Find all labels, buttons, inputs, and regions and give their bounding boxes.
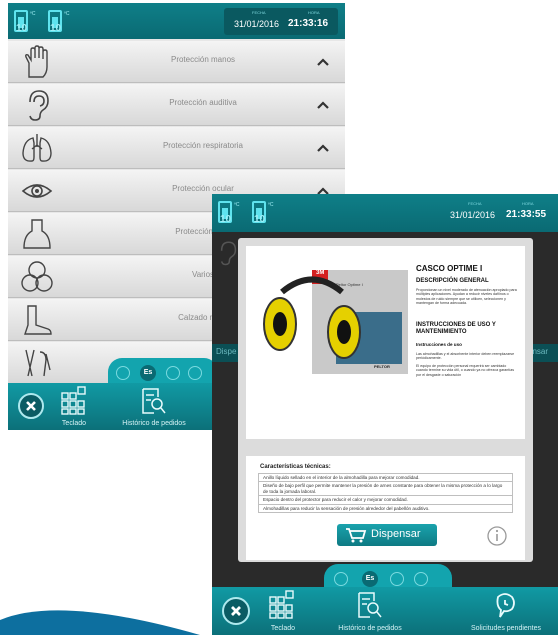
instructions-text: El equipo de protección personal requeri… bbox=[416, 364, 515, 377]
box-brand-logo: 3M bbox=[316, 270, 325, 276]
date-value: 31/01/2016 bbox=[234, 19, 280, 29]
bottom-toolbar: Teclado Histórico de pedidos Solicitudes… bbox=[212, 587, 558, 635]
cart-icon bbox=[346, 528, 367, 543]
language-es-button[interactable]: Es bbox=[140, 365, 156, 381]
circles-icon bbox=[21, 261, 53, 292]
feature-cell: Anillo líquido sellado en el interior de… bbox=[258, 472, 513, 483]
time-label: HORA bbox=[522, 201, 534, 206]
instructions-subheading: Instrucciones de uso bbox=[416, 342, 462, 347]
meter-unit: ºC bbox=[30, 11, 36, 17]
table-row: Espacio dentro del protector para reduci… bbox=[258, 495, 513, 505]
body-icon bbox=[23, 219, 51, 249]
chevron-up-icon[interactable] bbox=[317, 56, 329, 68]
category-label: Protección ocular bbox=[172, 184, 234, 193]
chevron-up-icon[interactable] bbox=[317, 142, 329, 154]
category-label: Protección respiratoria bbox=[162, 141, 244, 150]
pending-requests-icon[interactable] bbox=[492, 591, 518, 619]
language-option-icon[interactable] bbox=[414, 572, 428, 586]
category-row-hearing[interactable]: Protección auditiva bbox=[8, 84, 345, 126]
clock-panel: FECHA 31/01/2016 HORA 21:33:55 bbox=[438, 199, 550, 226]
close-icon bbox=[26, 401, 36, 411]
meter-unit: ºC bbox=[234, 202, 240, 208]
order-history-icon[interactable] bbox=[356, 591, 382, 619]
instructions-text: Las almohadillas y el absorbente interio… bbox=[416, 352, 515, 361]
product-title: CASCO OPTIME I bbox=[416, 264, 483, 273]
ear-icon bbox=[29, 90, 49, 121]
meter-value: 10 bbox=[254, 214, 266, 225]
order-history-label[interactable]: Histórico de pedidos bbox=[114, 420, 194, 427]
globe-icon[interactable] bbox=[116, 366, 130, 380]
language-selector: Es bbox=[108, 358, 218, 386]
box-product-name: Peltor Optime I bbox=[336, 282, 363, 287]
background-dispense-label: Dispe bbox=[216, 347, 237, 356]
globe-icon[interactable] bbox=[334, 572, 348, 586]
table-row: Diseño de bajo perfil que permite manten… bbox=[258, 481, 513, 497]
meter-unit: ºC bbox=[64, 11, 70, 17]
close-icon bbox=[231, 606, 241, 616]
time-label: HORA bbox=[308, 10, 320, 15]
date-value: 31/01/2016 bbox=[450, 210, 496, 220]
instructions-heading: INSTRUCCIONES DE USO Y MANTENIMIENTO bbox=[416, 322, 496, 335]
language-option-icon[interactable] bbox=[390, 572, 404, 586]
lungs-icon bbox=[22, 134, 52, 162]
category-row-hands[interactable]: Protección manos bbox=[8, 41, 345, 83]
boot-icon bbox=[24, 305, 52, 335]
meter-value: 10 bbox=[220, 214, 232, 225]
close-button[interactable] bbox=[18, 393, 44, 419]
meter-value: 10 bbox=[16, 23, 28, 34]
eye-icon bbox=[21, 184, 53, 198]
box-brand-footer: PELTOR bbox=[374, 364, 390, 369]
order-history-icon[interactable] bbox=[140, 387, 166, 415]
features-table: Anillo líquido sellado en el interior de… bbox=[258, 472, 513, 514]
decorative-swoosh bbox=[0, 610, 200, 635]
clock-panel: FECHA 31/01/2016 HORA 21:33:16 bbox=[224, 8, 338, 35]
description-text: Proporcionan un nivel moderado de atenua… bbox=[416, 288, 517, 306]
ear-icon bbox=[220, 241, 237, 266]
status-bar: ºC 10 ºC 10 FECHA 31/01/2016 HORA 21:33:… bbox=[8, 3, 345, 39]
meter-unit: ºC bbox=[268, 202, 274, 208]
category-label: Protección auditiva bbox=[169, 98, 237, 107]
table-row: Almohadillas para reducir la sensación d… bbox=[258, 503, 513, 514]
table-row: Anillo líquido sellado en el interior de… bbox=[258, 472, 513, 483]
pending-requests-label[interactable]: Solicitudes pendientes bbox=[458, 625, 554, 632]
status-bar: ºC 10 ºC 10 FECHA 31/01/2016 HORA 21:33:… bbox=[212, 194, 558, 232]
product-info-panel: 3M Peltor Optime I PELTOR CASCO OPTIME I… bbox=[246, 246, 525, 439]
language-es-button[interactable]: Es bbox=[362, 571, 378, 587]
glove-icon bbox=[25, 45, 48, 78]
feature-cell: Diseño de bajo perfil que permite manten… bbox=[258, 481, 513, 497]
language-option-icon[interactable] bbox=[188, 366, 202, 380]
harness-icon bbox=[25, 349, 51, 377]
chevron-up-icon[interactable] bbox=[317, 99, 329, 111]
keyboard-label[interactable]: Teclado bbox=[58, 420, 90, 427]
language-option-icon[interactable] bbox=[166, 366, 180, 380]
close-button[interactable] bbox=[222, 597, 250, 625]
date-label: FECHA bbox=[468, 201, 482, 206]
feature-cell: Espacio dentro del protector para reduci… bbox=[258, 495, 513, 505]
dispense-button[interactable]: Dispensar bbox=[337, 524, 437, 546]
category-row-respiratory[interactable]: Protección respiratoria bbox=[8, 127, 345, 169]
meter-value: 10 bbox=[50, 23, 62, 34]
keypad-icon[interactable] bbox=[60, 385, 88, 415]
date-label: FECHA bbox=[252, 10, 266, 15]
info-icon[interactable] bbox=[487, 526, 507, 546]
product-detail-modal: 3M Peltor Optime I PELTOR CASCO OPTIME I… bbox=[238, 238, 533, 562]
dispense-label: Dispensar bbox=[371, 528, 421, 540]
order-history-label[interactable]: Histórico de pedidos bbox=[328, 625, 412, 632]
product-detail-screen: ºC 10 ºC 10 FECHA 31/01/2016 HORA 21:33:… bbox=[212, 194, 558, 635]
feature-cell: Almohadillas para reducir la sensación d… bbox=[258, 503, 513, 514]
category-label: Protección manos bbox=[170, 55, 236, 64]
keyboard-label[interactable]: Teclado bbox=[266, 625, 300, 632]
keypad-icon[interactable] bbox=[268, 589, 296, 619]
time-value: 21:33:55 bbox=[506, 209, 547, 220]
features-title: Características técnicas: bbox=[260, 464, 331, 470]
time-value: 21:33:16 bbox=[288, 18, 329, 29]
description-heading: DESCRIPCIÓN GENERAL bbox=[416, 278, 489, 284]
